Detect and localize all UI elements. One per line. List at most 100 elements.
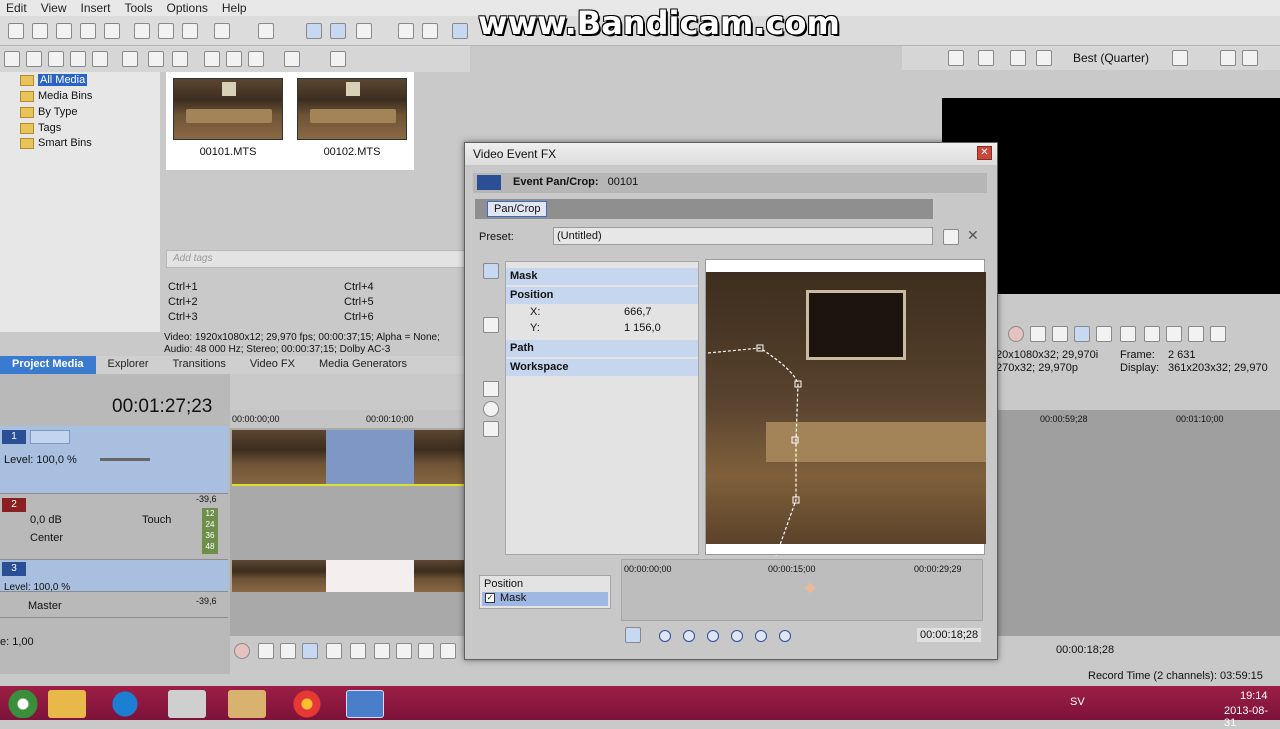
copy-icon[interactable]	[158, 23, 174, 39]
delete-preset-icon[interactable]: ✕	[967, 227, 979, 244]
anchor-creation-icon[interactable]	[483, 317, 499, 333]
save-as-icon[interactable]	[80, 23, 96, 39]
tree-item-tags[interactable]: Tags	[20, 122, 61, 134]
external-monitor-icon[interactable]	[978, 50, 994, 66]
go-to-end-icon[interactable]	[1166, 326, 1182, 342]
stop-icon[interactable]	[350, 643, 366, 659]
prop-workspace[interactable]: Workspace	[506, 359, 698, 376]
first-keyframe-icon[interactable]	[659, 630, 671, 642]
video-clip[interactable]	[232, 430, 326, 486]
next-frame-icon[interactable]	[440, 643, 456, 659]
menu-insert[interactable]: Insert	[80, 1, 110, 15]
kf-track-position[interactable]: Position	[484, 578, 523, 590]
prop-position[interactable]: Position	[506, 287, 698, 304]
go-to-start-icon[interactable]	[374, 643, 390, 659]
save-icon[interactable]	[56, 23, 72, 39]
split-screen-icon[interactable]	[1036, 50, 1052, 66]
play-icon[interactable]	[1074, 326, 1090, 342]
track-header-video-3[interactable]: 3 Level: 100,0 %	[0, 560, 228, 593]
auto-preview-icon[interactable]	[248, 51, 264, 67]
record-icon[interactable]	[234, 643, 250, 659]
get-media-web-icon[interactable]	[48, 51, 64, 67]
play-from-start-icon[interactable]	[1052, 326, 1068, 342]
menu-view[interactable]: View	[41, 1, 67, 15]
menu-tools[interactable]: Tools	[125, 1, 153, 15]
loop-icon[interactable]	[258, 643, 274, 659]
go-to-end-icon[interactable]	[396, 643, 412, 659]
kf-track-mask[interactable]: ✓ Mask	[482, 592, 608, 606]
sync-cursor-icon[interactable]	[625, 627, 641, 643]
loop-icon[interactable]	[1030, 326, 1046, 342]
previous-frame-icon[interactable]	[418, 643, 434, 659]
previous-keyframe-icon[interactable]	[683, 630, 695, 642]
views-icon[interactable]	[284, 51, 300, 67]
redo-icon[interactable]	[258, 23, 274, 39]
fx-chain-pan-crop[interactable]: Pan/Crop	[487, 201, 548, 217]
play-icon[interactable]	[302, 643, 318, 659]
auto-crossfade-icon[interactable]	[422, 23, 438, 39]
tree-item-all-media[interactable]: All Media	[20, 74, 88, 86]
rectangle-mask-icon[interactable]	[483, 381, 499, 397]
prop-mask[interactable]: Mask	[506, 268, 698, 285]
menu-edit[interactable]: Edit	[6, 1, 27, 15]
tab-explorer[interactable]: Explorer	[96, 356, 161, 374]
tab-transitions[interactable]: Transitions	[161, 356, 238, 374]
refresh-icon[interactable]	[70, 51, 86, 67]
normal-edit-tool-icon[interactable]	[306, 23, 322, 39]
start-button-icon[interactable]	[4, 690, 42, 718]
media-thumbnail[interactable]	[173, 78, 283, 140]
video-clip[interactable]	[414, 560, 466, 592]
media-fx-icon[interactable]	[172, 51, 188, 67]
undo-icon[interactable]	[214, 23, 230, 39]
prop-path[interactable]: Path	[506, 340, 698, 357]
track-name-field[interactable]	[30, 430, 70, 444]
explorer-icon[interactable]	[48, 690, 86, 718]
track-header-audio-2[interactable]: 2 0,0 dB Touch Center -39,6 12 24 36 48	[0, 494, 228, 560]
video-clip-selected[interactable]	[326, 430, 414, 486]
mask-path[interactable]	[706, 260, 986, 556]
search-icon[interactable]	[92, 51, 108, 67]
video-clip[interactable]	[414, 430, 466, 486]
save-snapshot-icon[interactable]	[1242, 50, 1258, 66]
media-thumbnail[interactable]	[297, 78, 407, 140]
chrome-icon[interactable]	[288, 690, 326, 718]
remove-icon[interactable]	[122, 51, 138, 67]
tab-media-generators[interactable]: Media Generators	[307, 356, 419, 374]
media-player-icon[interactable]	[168, 690, 206, 718]
preview-quality-select[interactable]: Best (Quarter)	[1073, 51, 1149, 65]
previous-frame-icon[interactable]	[1188, 326, 1204, 342]
stop-icon[interactable]	[1120, 326, 1136, 342]
envelope-tool-icon[interactable]	[330, 23, 346, 39]
tab-video-fx[interactable]: Video FX	[238, 356, 307, 374]
snapping-icon[interactable]	[398, 23, 414, 39]
tree-item-by-type[interactable]: By Type	[20, 106, 78, 118]
preset-select[interactable]: (Untitled)	[553, 227, 933, 245]
new-icon[interactable]	[8, 23, 24, 39]
video-clip[interactable]	[232, 560, 326, 592]
pan-crop-canvas[interactable]	[705, 259, 986, 556]
last-keyframe-icon[interactable]	[779, 630, 791, 642]
menu-options[interactable]: Options	[167, 1, 208, 15]
track-header-video-1[interactable]: 1 Level: 100,0 %	[0, 426, 228, 494]
mask-checkbox[interactable]: ✓	[485, 593, 495, 603]
zoom-icon[interactable]	[330, 51, 346, 67]
ripple-edit-icon[interactable]	[452, 23, 468, 39]
language-indicator[interactable]: SV	[1070, 696, 1085, 708]
level-slider[interactable]	[100, 458, 150, 461]
save-preset-icon[interactable]	[943, 229, 959, 245]
normal-edit-tool-icon[interactable]	[483, 263, 499, 279]
media-properties-icon[interactable]	[148, 51, 164, 67]
zoom-tool-icon[interactable]	[483, 421, 499, 437]
go-to-start-icon[interactable]	[1144, 326, 1160, 342]
cut-icon[interactable]	[134, 23, 150, 39]
ellipse-mask-icon[interactable]	[483, 401, 499, 417]
internet-explorer-icon[interactable]	[106, 690, 144, 718]
next-frame-icon[interactable]	[1210, 326, 1226, 342]
tags-input[interactable]: Add tags	[166, 250, 466, 268]
vegas-icon[interactable]	[346, 690, 384, 718]
copy-snapshot-icon[interactable]	[1220, 50, 1236, 66]
tree-item-media-bins[interactable]: Media Bins	[20, 90, 92, 102]
preview-properties-icon[interactable]	[948, 50, 964, 66]
timeline-ruler[interactable]: 00:00:00;00 00:00:10;00	[230, 410, 466, 428]
archive-icon[interactable]	[228, 690, 266, 718]
